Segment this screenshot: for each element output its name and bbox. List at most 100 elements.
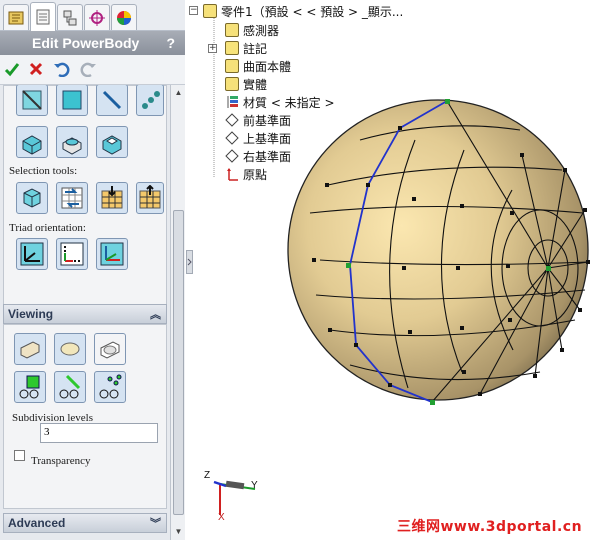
action-row [0, 55, 185, 85]
triad-y-label: Y [251, 480, 258, 491]
smooth-view-icon [60, 342, 80, 356]
panel-title: Edit PowerBody [32, 35, 140, 51]
triad-global-button[interactable] [16, 238, 48, 270]
expand-down-icon[interactable]: ︾ [150, 515, 161, 531]
selection-tools-label: Selection tools: [9, 165, 78, 177]
panel-title-bar: Edit PowerBody ? [0, 31, 185, 55]
show-edges-button[interactable] [54, 371, 86, 403]
show-faces-button[interactable] [14, 371, 46, 403]
tree-item-root[interactable]: 零件1（預設 < < 預設 > _顯示... [203, 2, 403, 20]
viewing-group-header[interactable]: Viewing ︽ [3, 304, 167, 324]
triad-local-icon [60, 242, 84, 266]
tree-label: 感測器 [243, 23, 280, 38]
redo-button[interactable] [78, 59, 98, 79]
panel-scroll-area: Selection tools: Triad orientation: View… [0, 85, 170, 540]
box-view-icon [20, 341, 40, 359]
dome-shape-button[interactable] [56, 126, 88, 158]
configuration-icon [63, 10, 77, 25]
annotation-icon [225, 41, 239, 55]
shrink-selection-icon [139, 185, 161, 209]
powerbody-model[interactable] [280, 95, 600, 410]
triad-view-button[interactable] [96, 238, 128, 270]
dome-shape-icon [62, 137, 82, 155]
transparency-label: Transparency [31, 455, 91, 467]
box-shape-button[interactable] [16, 126, 48, 158]
edge-button[interactable] [96, 85, 128, 116]
box-shape-icon [22, 135, 42, 155]
tab-configuration-manager[interactable] [57, 4, 83, 30]
feature-tree-icon [8, 11, 24, 24]
face-button[interactable] [56, 85, 88, 116]
scroll-up-arrow[interactable]: ▲ [173, 87, 184, 99]
tab-property-manager[interactable] [30, 2, 56, 31]
select-loop-button[interactable] [56, 182, 88, 214]
undo-icon [54, 62, 70, 77]
grow-selection-button[interactable] [96, 182, 128, 214]
vertex-button[interactable] [136, 85, 164, 116]
tree-collapse-icon[interactable]: − [189, 6, 198, 15]
ok-button[interactable] [2, 59, 22, 79]
advanced-label: Advanced [8, 516, 66, 530]
triad-global-icon [20, 242, 44, 266]
undo-button[interactable] [52, 59, 72, 79]
select-cube-button[interactable] [16, 182, 48, 214]
glasses-vertex-icon [99, 374, 122, 399]
options-group: Selection tools: Triad orientation: [3, 85, 167, 305]
tree-lines [213, 18, 215, 178]
part-icon [203, 4, 217, 18]
tree-item-surface-bodies[interactable]: 曲面本體 [225, 57, 291, 75]
glasses-face-icon [19, 375, 40, 399]
loop-select-icon [61, 187, 83, 209]
tree-item-solid-bodies[interactable]: 實體 [225, 75, 267, 93]
help-button[interactable]: ? [166, 35, 175, 51]
tree-item-sensors[interactable]: 感測器 [225, 21, 279, 39]
surface-body-icon [225, 59, 239, 73]
plane-icon [225, 113, 239, 127]
triad-local-button[interactable] [56, 238, 88, 270]
solid-body-icon [225, 77, 239, 91]
vertex-icon [142, 91, 160, 109]
plane-icon [225, 131, 239, 145]
scroll-down-arrow[interactable]: ▼ [173, 526, 184, 538]
tree-label: 註記 [243, 41, 268, 56]
appearance-icon [117, 10, 131, 25]
reference-triad [213, 480, 256, 515]
collapse-up-icon[interactable]: ︽ [150, 306, 161, 322]
transparency-checkbox[interactable] [14, 450, 25, 461]
close-icon [29, 62, 43, 76]
panel-scrollbar[interactable]: ▲ ▼ [170, 85, 185, 540]
view-both-button[interactable] [94, 333, 126, 365]
tab-display-manager[interactable] [111, 4, 137, 30]
triad-x-label: X [218, 512, 225, 523]
property-manager-icon [36, 9, 50, 25]
tree-item-annotations[interactable]: 註記 [225, 39, 267, 57]
tree-item-origin[interactable]: 原點 [225, 165, 267, 183]
checkmark-icon [4, 63, 20, 77]
edge-icon [102, 90, 122, 110]
property-manager-panel: Edit PowerBody ? Selection tools: Triad … [0, 0, 185, 540]
redo-icon [80, 62, 96, 77]
glasses-edge-icon [59, 374, 81, 399]
split-edge-icon [22, 90, 42, 110]
subdivision-levels-input[interactable]: 3 [40, 423, 158, 443]
watermark-text: 三维网www.3dportal.cn [397, 519, 583, 535]
shrink-selection-button[interactable] [136, 182, 164, 214]
view-smooth-button[interactable] [54, 333, 86, 365]
grow-selection-icon [101, 186, 123, 209]
tab-feature-manager[interactable] [3, 4, 29, 30]
show-vertices-button[interactable] [94, 371, 126, 403]
panel-splitter-handle[interactable] [186, 250, 193, 274]
app-root: Edit PowerBody ? Selection tools: Triad … [0, 0, 615, 540]
split-edge-button[interactable] [16, 85, 48, 116]
sphere-body [287, 99, 589, 401]
view-box-button[interactable] [14, 333, 46, 365]
cavity-shape-button[interactable] [96, 126, 128, 158]
cube-icon [23, 188, 41, 208]
tree-expand-icon[interactable]: + [208, 44, 217, 53]
tab-dimxpert-manager[interactable] [84, 4, 110, 30]
cancel-button[interactable] [26, 59, 46, 79]
origin-icon [225, 167, 239, 181]
triad-view-icon [100, 242, 124, 266]
scrollbar-thumb[interactable] [173, 210, 184, 515]
advanced-group-header[interactable]: Advanced ︾ [3, 513, 167, 533]
